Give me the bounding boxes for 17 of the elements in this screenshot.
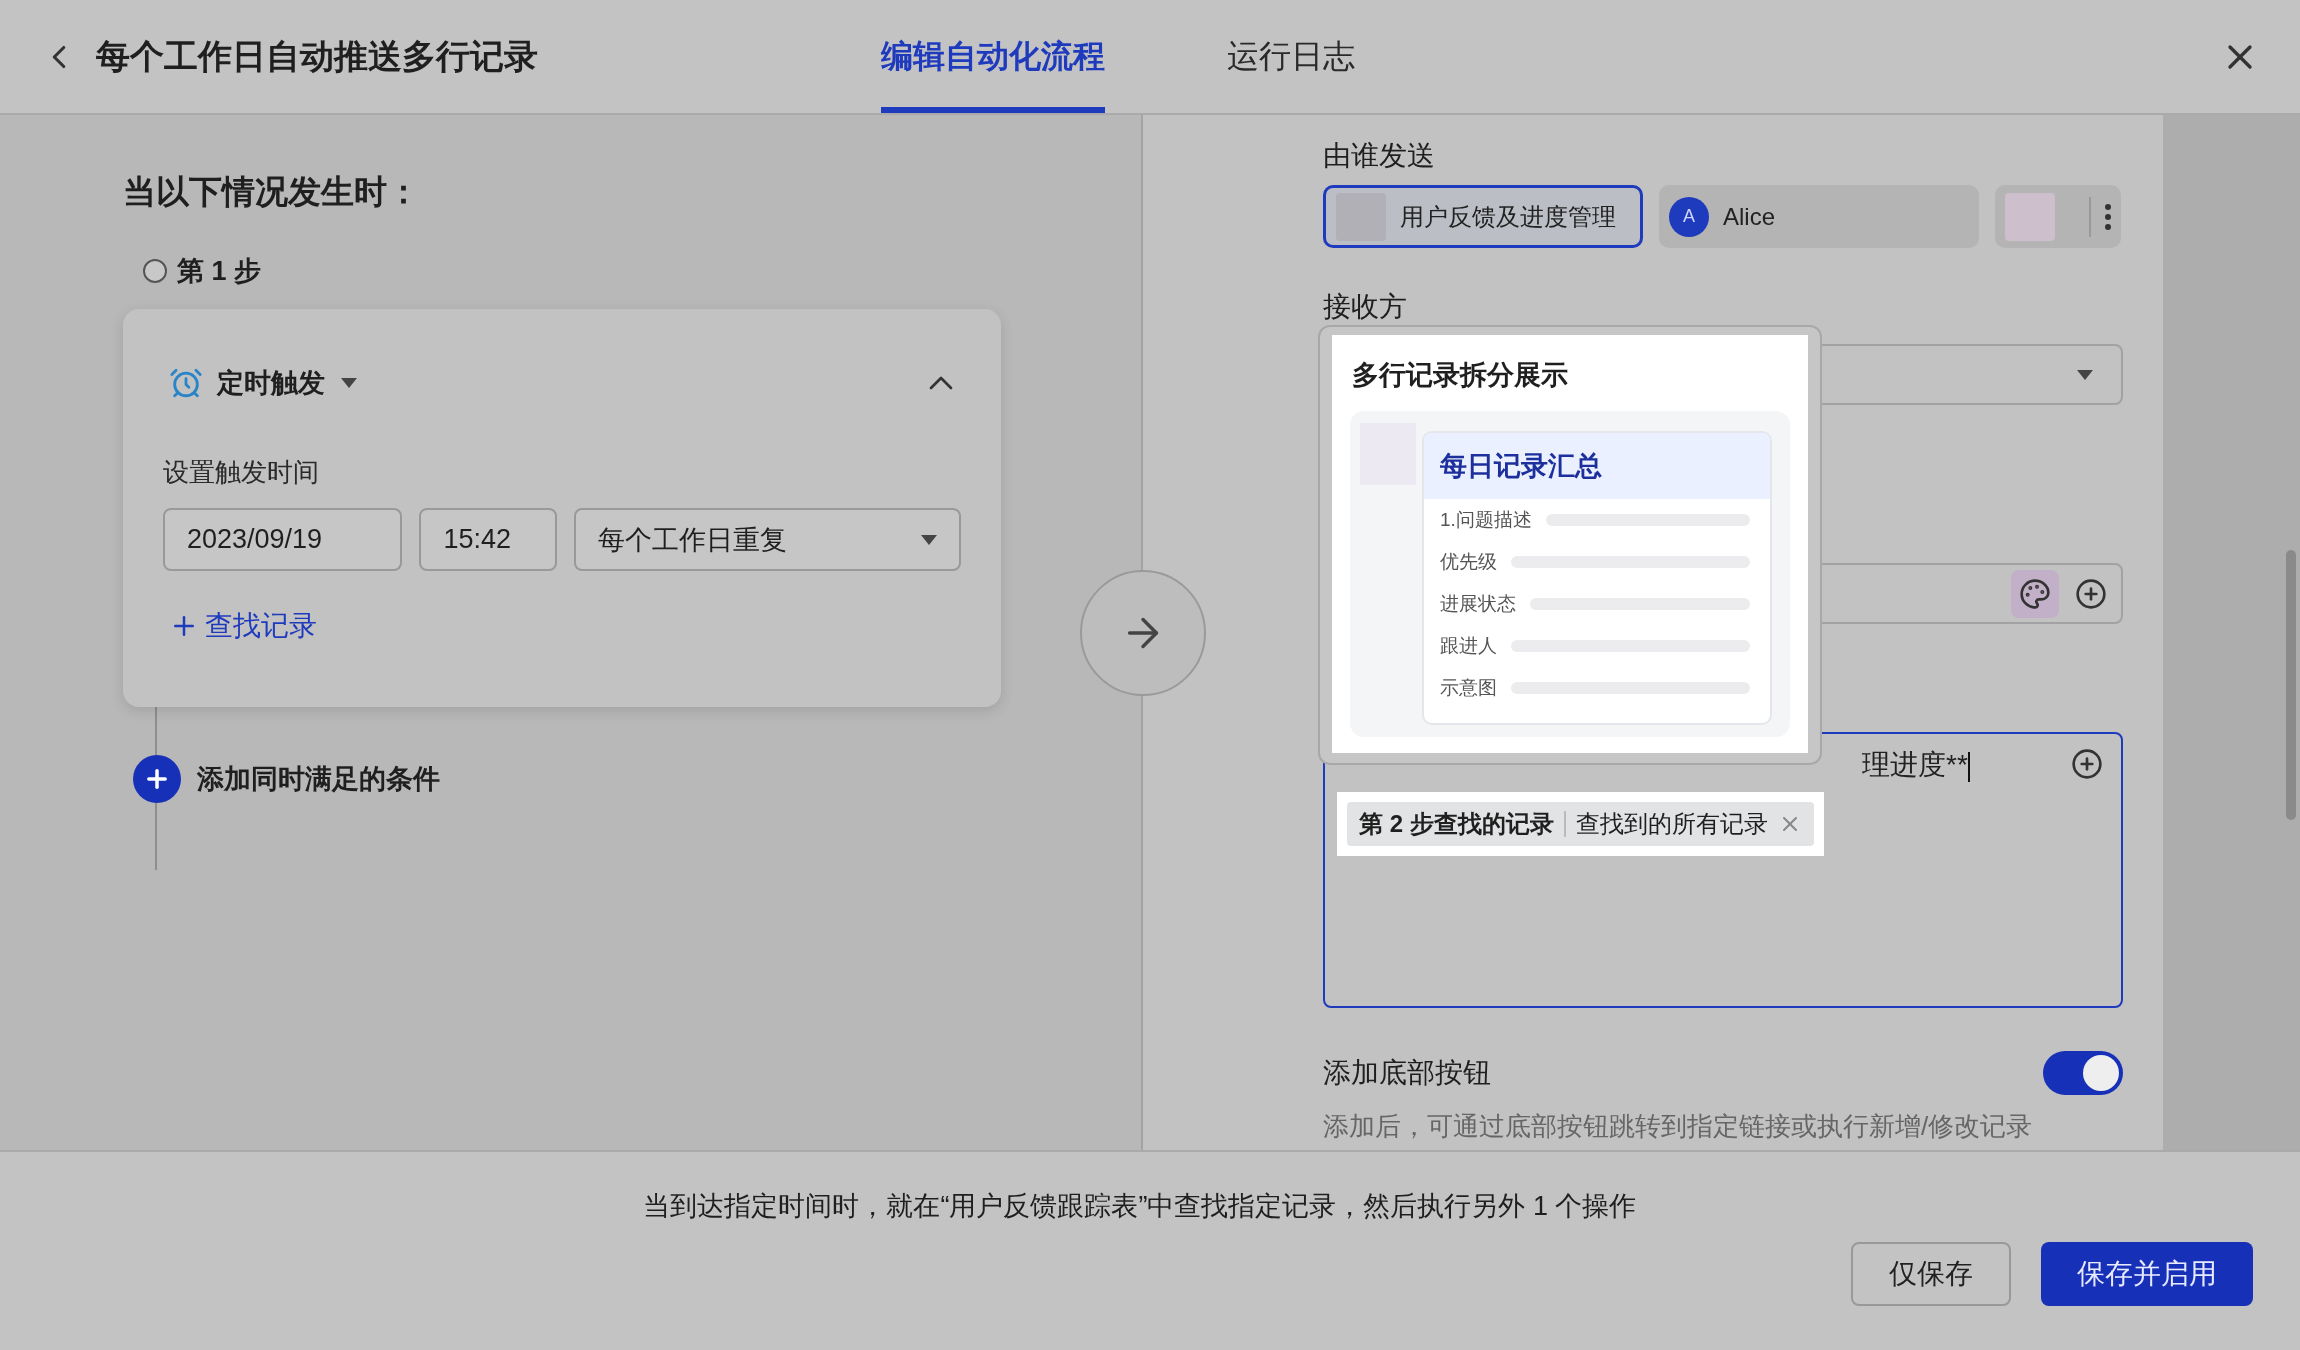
field-label: 优先级 — [1440, 550, 1497, 574]
avatar: A — [1669, 196, 1709, 237]
page-title: 每个工作日自动推送多行记录 — [96, 35, 539, 77]
field-label: 由谁发送 — [1323, 139, 1436, 173]
field-label: 进展状态 — [1440, 592, 1516, 616]
section-heading: 当以下情况发生时： — [123, 172, 421, 212]
summary-text: 当到达指定时间时，就在“用户反馈跟踪表”中查找指定记录，然后执行另外 1 个操作 — [642, 1190, 1638, 1223]
field-label: 示意图 — [1440, 676, 1497, 700]
field-label: 接收方 — [1323, 290, 1408, 324]
popover-title: 多行记录拆分展示 — [1352, 359, 1569, 392]
hint-text: 添加后，可通过底部按钮跳转到指定链接或执行新增/修改记录 — [1323, 1110, 2034, 1143]
field-label: 设置触发时间 — [163, 456, 320, 489]
field-label: 跟进人 — [1440, 634, 1497, 658]
toggle-label: 添加底部按钮 — [1323, 1056, 1491, 1090]
field-label: 1.问题描述 — [1440, 508, 1532, 532]
step-label: 第 1 步 — [177, 255, 262, 288]
card-title: 每日记录汇总 — [1424, 433, 1770, 499]
